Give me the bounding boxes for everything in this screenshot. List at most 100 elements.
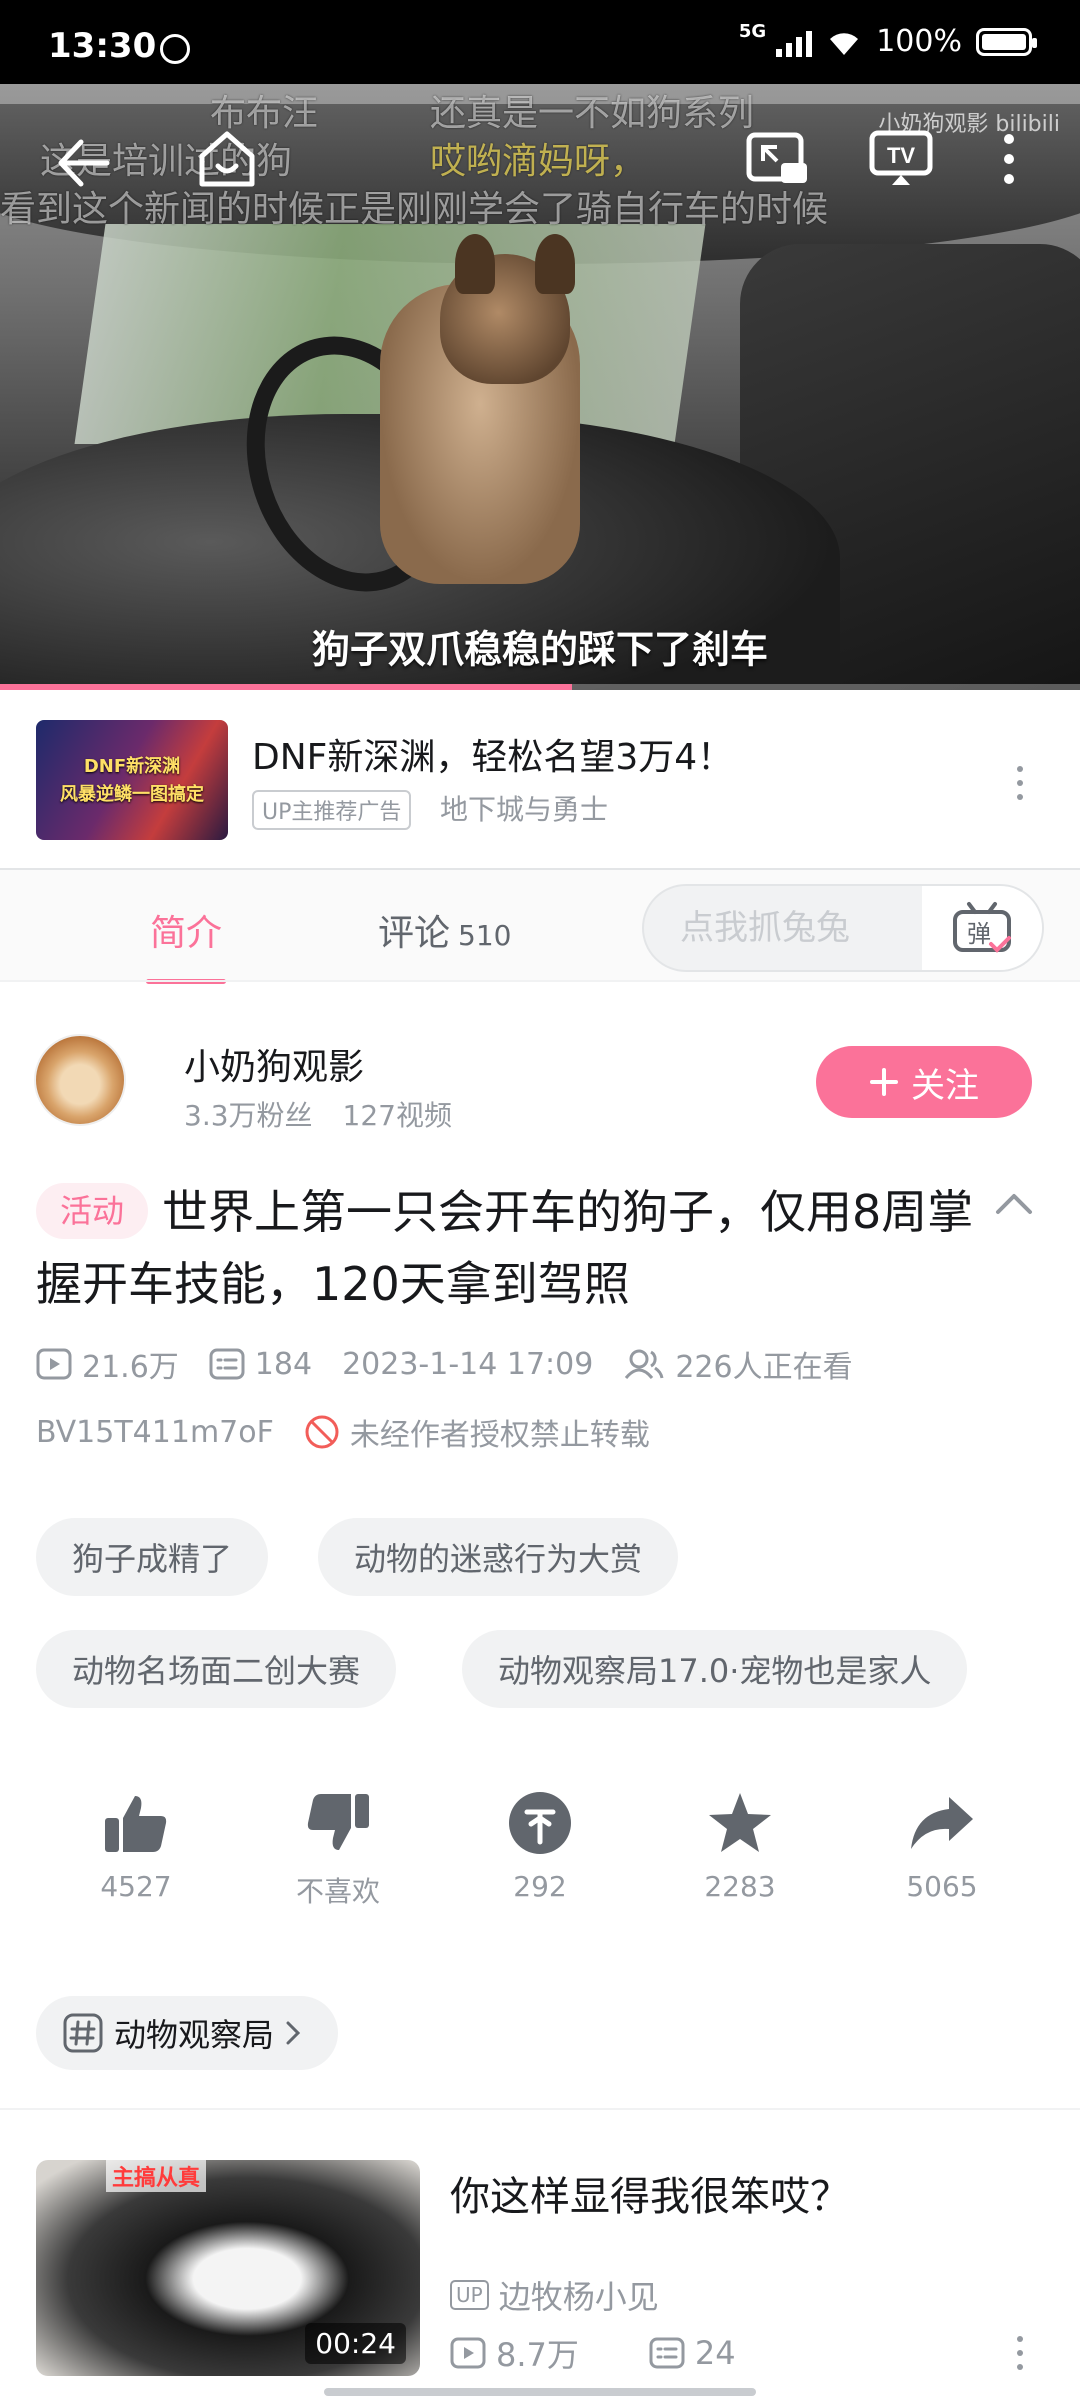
notification-icon (160, 34, 190, 64)
share-button[interactable]: 5065 (872, 1788, 1012, 1903)
share-icon (911, 1797, 973, 1849)
home-indicator[interactable] (324, 2388, 756, 2396)
tab-comments-label: 评论 (378, 913, 451, 954)
back-button[interactable] (48, 128, 118, 198)
wifi-icon (830, 32, 859, 55)
favorite-button[interactable]: 2283 (670, 1788, 810, 1903)
video-title: 世界上第一只会开车的狗子，仅用8周掌握开车技能，120天拿到驾照 (36, 1185, 974, 1311)
dislike-label: 不喜欢 (295, 1875, 380, 1908)
watching-count: 226人正在看 (623, 1342, 853, 1386)
like-button[interactable]: 4527 (66, 1788, 206, 1903)
more-vertical-icon (1004, 134, 1014, 184)
copyright-text: 未经作者授权禁止转载 (349, 1418, 650, 1453)
prohibited-icon (305, 1415, 339, 1449)
danmaku-input-box[interactable]: 弹 (642, 884, 1044, 972)
cast-button[interactable] (742, 124, 812, 194)
ad-banner[interactable]: DNF新深渊 风暴逆鳞一图搞定 DNF新深渊，轻松名望3万4！ UP主推荐广告 … (0, 690, 1080, 868)
tab-intro-label: 简介 (150, 913, 223, 954)
home-button[interactable] (192, 124, 262, 194)
tv-button[interactable]: TV (866, 124, 936, 194)
danmaku-count-icon (649, 2337, 685, 2369)
copyright-notice: 未经作者授权禁止转载 (304, 1410, 650, 1454)
ad-title[interactable]: DNF新深渊，轻松名望3万4！ (252, 728, 733, 780)
related-duration: 00:24 (305, 2323, 406, 2364)
tab-intro[interactable]: 简介 (145, 904, 227, 984)
tab-comments[interactable]: 评论 510 (378, 904, 511, 956)
danmaku-comment: 还真是一不如狗系列 (430, 93, 755, 134)
hashtag-icon (63, 2013, 103, 2053)
related-views: 8.7万 (450, 2330, 579, 2376)
topic-chip[interactable]: 动物观察局 (36, 1996, 339, 2070)
uploader-avatar[interactable] (34, 1034, 126, 1126)
danmaku-comment: 看到这个新闻的时候正是刚刚学会了骑自行车的时候 (0, 189, 829, 230)
chevron-up-icon (996, 1194, 1032, 1214)
tag-chip[interactable]: 动物观察局17.0·宠物也是家人 (462, 1630, 968, 1708)
follow-button[interactable]: 关注 (816, 1046, 1032, 1118)
video-meta-2: BV15T411m7oF 未经作者授权禁止转载 (36, 1410, 650, 1454)
back-icon (58, 139, 110, 187)
publish-date: 2023-1-14 17:09 (342, 1346, 594, 1382)
video-player[interactable]: 布布汪 还真是一不如狗系列 这是培训过的狗 哎哟滴妈呀， 看到这个新闻的时候正是… (0, 84, 1080, 690)
coin-icon (509, 1792, 571, 1854)
view-count: 21.6万 (36, 1342, 179, 1386)
related-danmaku: 24 (649, 2334, 736, 2372)
video-subtitle: 狗子双爪稳稳的踩下了刹车 (311, 627, 768, 672)
uploader-videos: 127视频 (342, 1099, 452, 1132)
tag-chip[interactable]: 动物的迷惑行为大赏 (318, 1518, 679, 1596)
viewers-icon (625, 1349, 664, 1379)
thumbs-down-icon (307, 1794, 369, 1850)
ad-more-icon[interactable] (1014, 766, 1026, 800)
plus-icon (870, 1068, 898, 1096)
video-scene-dog-ear (535, 234, 575, 294)
play-count-icon (450, 2337, 486, 2369)
related-more-icon[interactable] (1014, 2336, 1026, 2370)
view-count-value: 21.6万 (82, 1350, 179, 1385)
uploader-stats: 3.3万粉丝 127视频 (184, 1094, 452, 1134)
uploader-name[interactable]: 小奶狗观影 (184, 1038, 364, 1090)
ad-tag: UP主推荐广告 (252, 790, 412, 830)
collapse-button[interactable] (994, 1190, 1034, 1220)
ad-thumbnail[interactable]: DNF新深渊 风暴逆鳞一图搞定 (36, 720, 228, 840)
up-tag: UP (450, 2280, 489, 2310)
network-type: 5G (738, 21, 767, 42)
related-video-thumbnail[interactable]: 主搞从真 00:24 (36, 2160, 420, 2376)
watching-count-value: 226人正在看 (675, 1350, 853, 1385)
danmaku-toggle-icon: 弹 (953, 902, 1011, 953)
divider (0, 2108, 1080, 2110)
ad-thumb-text: 风暴逆鳞一图搞定 (60, 784, 204, 805)
cast-screen-icon (746, 132, 807, 183)
danmaku-toggle-button[interactable]: 弹 (922, 886, 1042, 970)
activity-badge[interactable]: 活动 (36, 1183, 149, 1239)
ad-source: 地下城与勇士 (440, 793, 609, 826)
danmaku-count-icon (209, 1348, 245, 1380)
favorite-count: 2283 (704, 1870, 776, 1903)
related-stats: 8.7万 24 (450, 2330, 736, 2376)
topic-label: 动物观察局 (114, 2016, 275, 2054)
coin-button[interactable]: 292 (470, 1788, 610, 1903)
related-uploader[interactable]: UP 边牧杨小见 (450, 2272, 659, 2318)
danmaku-count: 184 (209, 1347, 312, 1382)
follow-label: 关注 (911, 1066, 979, 1105)
video-title-block: 活动 世界上第一只会开车的狗子，仅用8周掌握开车技能，120天拿到驾照 (36, 1176, 986, 1320)
uploader-fans: 3.3万粉丝 (184, 1099, 313, 1132)
related-thumb-label: 主搞从真 (106, 2160, 207, 2192)
danmaku-comment: 哎哟滴妈呀， (430, 141, 647, 182)
star-icon (709, 1793, 771, 1852)
bvid: BV15T411m7oF (36, 1414, 274, 1450)
related-danmaku-value: 24 (694, 2334, 736, 2372)
tab-bar: 简介 评论510 弹 (0, 870, 1080, 984)
dislike-button[interactable]: 不喜欢 (268, 1788, 408, 1910)
comments-count: 510 (458, 919, 512, 952)
status-right: 5G 100% (738, 21, 1037, 59)
tag-chip[interactable]: 狗子成精了 (36, 1518, 269, 1596)
status-time: 13:30 (48, 26, 157, 66)
chevron-right-icon (286, 2021, 301, 2045)
tag-chip[interactable]: 动物名场面二创大赛 (36, 1630, 397, 1708)
danmaku-toggle-text: 弹 (967, 920, 991, 948)
related-video-title[interactable]: 你这样显得我很笨哎？ (450, 2164, 850, 2222)
home-icon (199, 131, 255, 187)
danmaku-input[interactable] (644, 886, 924, 970)
video-more-button[interactable] (984, 124, 1034, 194)
thumbs-up-icon (105, 1796, 167, 1852)
ad-thumb-text: DNF新深渊 (83, 756, 181, 777)
